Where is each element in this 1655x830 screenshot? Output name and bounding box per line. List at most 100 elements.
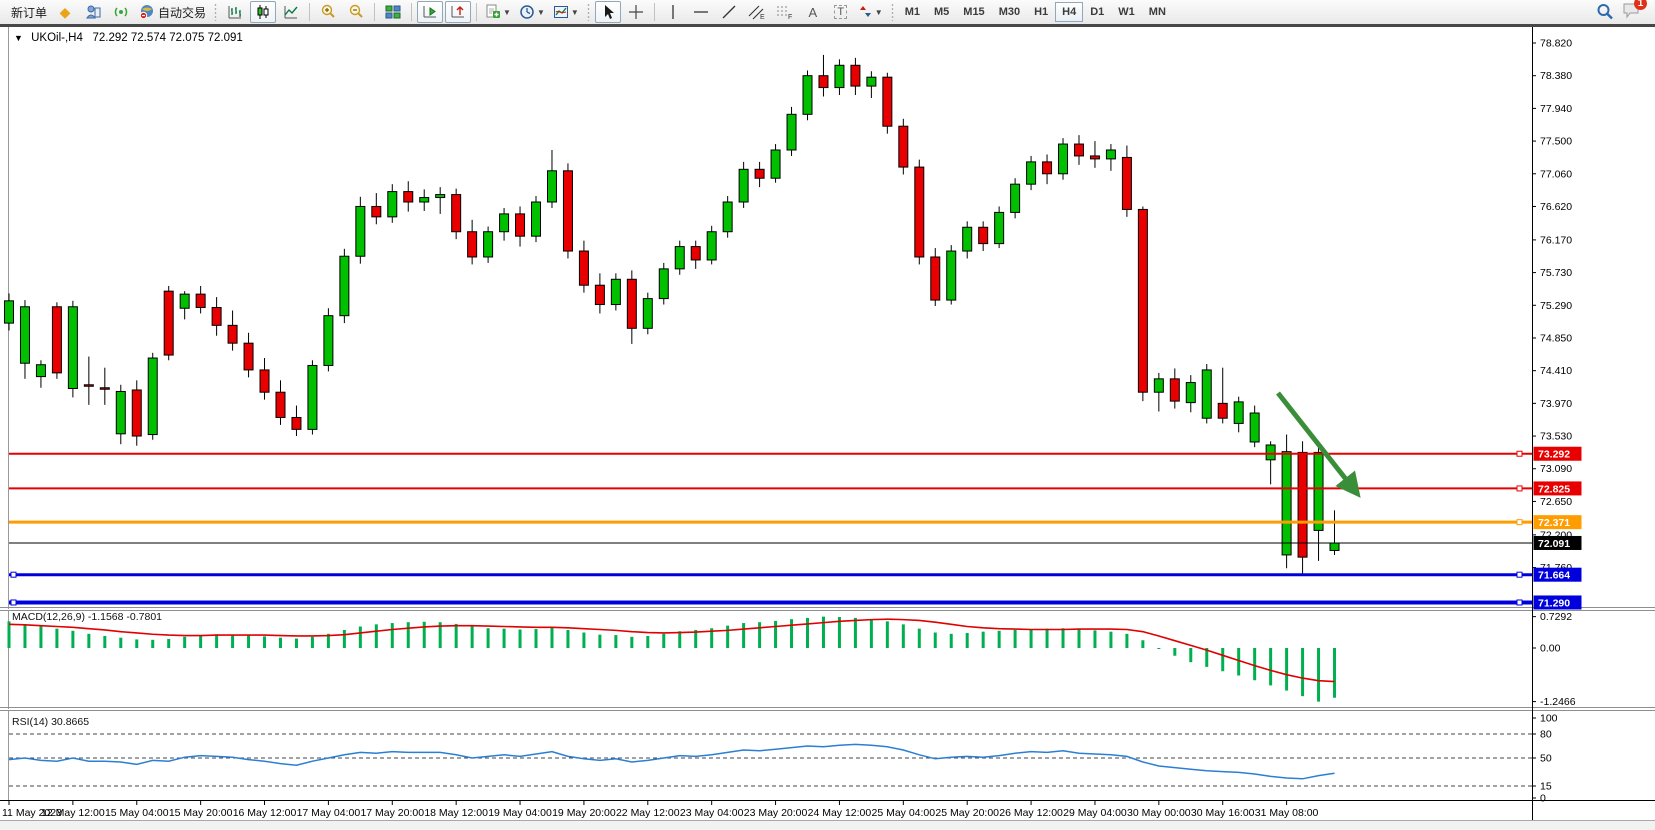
macd-histogram-bar <box>55 629 58 648</box>
line-chart-button[interactable] <box>278 1 304 23</box>
bull-candle <box>787 114 796 150</box>
time-axis-label: 26 May 12:00 <box>999 807 1063 819</box>
timeframes-button[interactable]: ▼ <box>516 1 548 23</box>
macd-histogram-bar <box>726 626 729 648</box>
bull-candle <box>1250 413 1259 442</box>
trendline-button[interactable] <box>716 1 742 23</box>
macd-histogram-bar <box>870 619 873 648</box>
line-handle[interactable] <box>1517 600 1522 605</box>
arrows-button[interactable]: ▼ <box>856 1 886 23</box>
macd-histogram-bar <box>902 624 905 648</box>
fibonacci-button[interactable]: F <box>772 1 798 23</box>
candlestick-chart-button[interactable] <box>250 1 276 23</box>
bull-candle <box>771 150 780 178</box>
zoom-in-button[interactable] <box>315 1 341 23</box>
notification-badge: 1 <box>1634 0 1647 10</box>
zoom-out-button[interactable] <box>343 1 369 23</box>
autotrading-button[interactable]: 自动交易 <box>136 1 209 23</box>
chat-button[interactable]: 1 <box>1622 1 1641 24</box>
macd-histogram-bar <box>535 629 538 648</box>
bear-candle <box>979 227 988 243</box>
time-axis-label: 24 May 12:00 <box>808 807 872 819</box>
tile-windows-icon <box>385 4 401 20</box>
macd-histogram-bar <box>295 639 298 648</box>
bear-candle <box>899 126 908 167</box>
bear-candle <box>52 307 61 373</box>
tile-windows-button[interactable] <box>380 1 406 23</box>
toolbar-separator <box>374 3 375 21</box>
indicators-button[interactable]: ▼ <box>482 1 514 23</box>
period-button-MN[interactable]: MN <box>1142 2 1173 22</box>
bear-candle <box>516 214 525 236</box>
line-handle[interactable] <box>1517 520 1522 525</box>
autoscroll-button[interactable] <box>417 1 443 23</box>
time-axis-label: 18 May 12:00 <box>424 807 488 819</box>
cursor-button[interactable] <box>595 1 621 23</box>
period-toolbar: M1M5M15M30H1H4D1W1MN <box>898 2 1173 22</box>
bull-candle <box>1186 383 1195 403</box>
bar-chart-button[interactable] <box>222 1 248 23</box>
line-handle[interactable] <box>1517 486 1522 491</box>
line-handle[interactable] <box>1517 572 1522 577</box>
macd-histogram-bar <box>1077 629 1080 648</box>
bear-candle <box>260 370 269 392</box>
search-icon[interactable] <box>1596 3 1614 21</box>
crosshair-button[interactable] <box>623 1 649 23</box>
bear-candle <box>1090 156 1099 159</box>
dropdown-caret-icon: ▼ <box>537 8 545 17</box>
new-order-button[interactable]: 新订单 <box>5 1 50 23</box>
bull-candle <box>324 316 333 366</box>
book-button[interactable]: ◆ <box>52 1 78 23</box>
text-button[interactable]: A <box>800 1 826 23</box>
chart-shift-button[interactable] <box>445 1 471 23</box>
macd-histogram-bar <box>1173 648 1176 656</box>
bear-candle <box>292 417 301 429</box>
macd-histogram-bar <box>758 622 761 648</box>
macd-histogram-bar <box>455 624 458 648</box>
macd-histogram-bar <box>918 629 921 648</box>
macd-histogram-bar <box>1125 634 1128 648</box>
signals-button[interactable] <box>108 1 134 23</box>
templates-button[interactable]: ▼ <box>550 1 582 23</box>
period-button-M1[interactable]: M1 <box>898 2 927 22</box>
bear-candle <box>84 385 93 386</box>
signals-icon <box>113 4 129 20</box>
bull-candle <box>1059 144 1068 174</box>
bull-candle <box>611 279 620 304</box>
line-handle[interactable] <box>1517 451 1522 456</box>
bull-candle <box>1202 370 1211 418</box>
bull-candle <box>995 212 1004 243</box>
crosshair-icon <box>628 4 644 20</box>
price-chart-canvas[interactable]: 78.82078.38077.94077.50077.06076.62076.1… <box>0 27 1655 820</box>
line-handle[interactable] <box>11 600 16 605</box>
horizontal-line-button[interactable] <box>688 1 714 23</box>
clock-icon <box>519 4 535 20</box>
period-button-M5[interactable]: M5 <box>927 2 956 22</box>
text-label-button[interactable]: T <box>828 1 854 23</box>
rsi-axis-label: 100 <box>1540 713 1558 725</box>
vertical-line-button[interactable] <box>660 1 686 23</box>
macd-histogram-bar <box>519 630 522 648</box>
period-button-H4[interactable]: H4 <box>1055 2 1083 22</box>
price-tag-label: 72.825 <box>1538 483 1570 495</box>
dropdown-caret-icon: ▼ <box>571 8 579 17</box>
macd-histogram-bar <box>23 624 26 648</box>
period-button-M30[interactable]: M30 <box>992 2 1027 22</box>
line-handle[interactable] <box>11 572 16 577</box>
period-button-D1[interactable]: D1 <box>1083 2 1111 22</box>
macd-histogram-bar <box>1046 629 1049 648</box>
equidistant-channel-button[interactable]: E <box>744 1 770 23</box>
period-button-M15[interactable]: M15 <box>956 2 991 22</box>
period-button-H1[interactable]: H1 <box>1027 2 1055 22</box>
bear-candle <box>883 77 892 126</box>
period-button-W1[interactable]: W1 <box>1111 2 1142 22</box>
collapse-triangle-icon[interactable]: ▼ <box>14 33 23 43</box>
bear-candle <box>196 294 205 307</box>
strategy-tester-button[interactable] <box>80 1 106 23</box>
price-axis-label: 75.730 <box>1540 267 1572 279</box>
bear-candle <box>579 251 588 285</box>
macd-histogram-bar <box>103 636 106 648</box>
time-axis-label: 15 May 20:00 <box>169 807 233 819</box>
macd-axis-label: 0.7292 <box>1540 611 1572 623</box>
horizontal-line-icon <box>693 4 709 20</box>
